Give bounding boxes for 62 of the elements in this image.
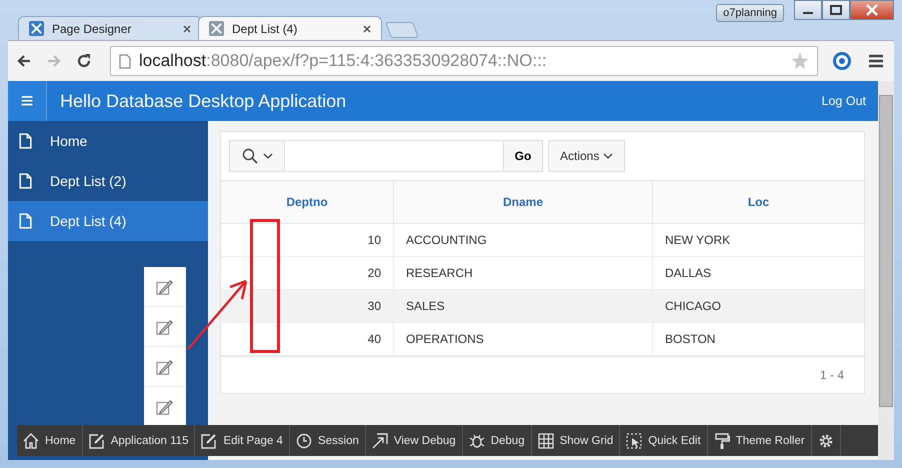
back-icon[interactable]: [16, 53, 32, 69]
column-header[interactable]: Dname: [394, 181, 652, 224]
settings-icon: [818, 432, 834, 448]
close-icon[interactable]: [850, 0, 894, 20]
table-cell: ACCOUNTING: [394, 224, 652, 256]
search-field[interactable]: [285, 140, 503, 172]
cursor-icon: [626, 432, 642, 448]
table-cell: NEW YORK: [652, 224, 864, 256]
table-cell: 30: [221, 290, 394, 322]
search-column-button[interactable]: [229, 140, 285, 172]
search-icon: [242, 148, 258, 164]
page-icon: [19, 133, 32, 149]
browser-tab[interactable]: Dept List (4): [198, 16, 382, 40]
go-button[interactable]: Go: [503, 140, 543, 172]
close-icon[interactable]: [183, 24, 191, 32]
actions-button[interactable]: Actions: [548, 140, 626, 172]
bug-icon: [468, 432, 485, 448]
caret-icon: [603, 153, 614, 159]
scrollbar[interactable]: [878, 81, 894, 460]
page-icon: [19, 173, 32, 189]
tools-icon: [29, 21, 44, 36]
table-cell: BOSTON: [652, 322, 864, 356]
page-icon: [19, 213, 32, 229]
table-cell: CHICAGO: [652, 290, 864, 322]
nav-item[interactable]: Home: [8, 121, 208, 161]
minimize-icon[interactable]: [794, 0, 822, 20]
paint-roller-icon: [714, 432, 730, 448]
table-cell: 10: [221, 224, 394, 256]
pagination-text: 1 - 4: [820, 368, 844, 382]
edit-icon: [156, 278, 174, 296]
table-cell: OPERATIONS: [394, 322, 652, 356]
browser-tab[interactable]: Page Designer: [18, 16, 202, 40]
tools-icon: [209, 21, 224, 36]
maximize-icon[interactable]: [822, 0, 850, 20]
nav-item[interactable]: Dept List (4): [8, 201, 208, 241]
column-header[interactable]: Loc: [652, 181, 864, 224]
page-icon: [119, 54, 131, 68]
user-badge: o7planning: [716, 4, 784, 22]
table-cell: DALLAS: [652, 256, 864, 290]
table-cell: SALES: [394, 290, 652, 322]
caret-icon: [262, 153, 272, 159]
app-title: Hello Database Desktop Application: [60, 90, 348, 112]
nav-item[interactable]: Dept List (2): [8, 161, 208, 201]
menu-button[interactable]: ≡: [8, 81, 47, 121]
address-bar[interactable]: localhost:8080/apex/f?p=115:4:3633530928074::NO:::: [110, 46, 818, 76]
star-icon[interactable]: [791, 52, 809, 70]
table-cell: 20: [221, 256, 394, 290]
logout-link[interactable]: Log Out: [822, 94, 866, 108]
table-cell: RESEARCH: [394, 256, 652, 290]
grid-icon: [538, 432, 554, 448]
column-header[interactable]: Deptno: [221, 181, 394, 224]
edit-icon: [156, 398, 174, 416]
edit-icon: [156, 318, 174, 336]
table-cell: 40: [221, 322, 394, 356]
reload-icon[interactable]: [76, 53, 92, 69]
clock-icon: [296, 432, 312, 448]
close-icon[interactable]: [363, 24, 371, 32]
edit-icon: [201, 432, 218, 448]
home-icon: [23, 432, 39, 448]
edit-icon: [156, 358, 174, 376]
edit-icon: [88, 432, 105, 448]
arrow-box-icon: [372, 432, 388, 448]
